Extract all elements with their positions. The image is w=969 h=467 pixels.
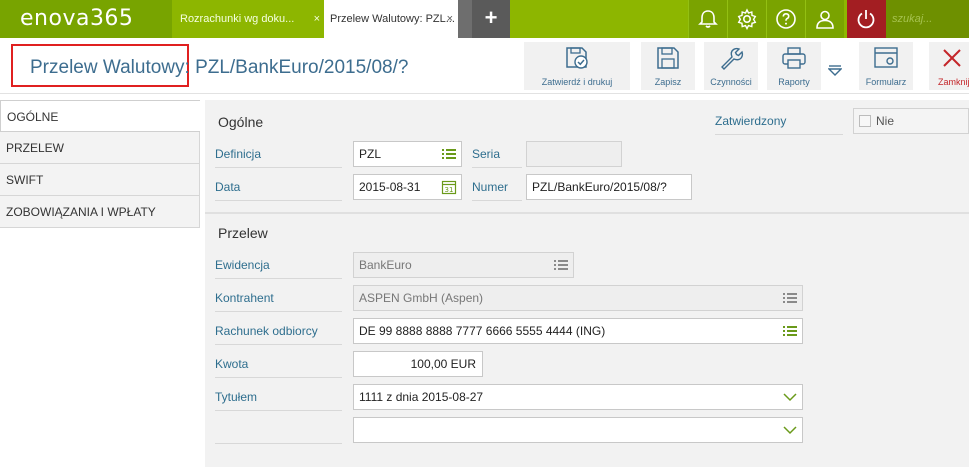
title-label: Tytułem	[215, 383, 342, 411]
save-button[interactable]: Zapisz	[641, 42, 695, 90]
reports-label: Raporty	[778, 77, 810, 87]
app-logo[interactable]: enova365	[0, 0, 172, 38]
actions-label: Czynności	[710, 77, 752, 87]
gear-icon[interactable]	[727, 0, 766, 38]
list-icon[interactable]	[441, 146, 457, 162]
amount-field[interactable]: 100,00 EUR	[353, 351, 483, 377]
contractor-value: ASPEN GmbH (Aspen)	[359, 291, 484, 305]
power-icon[interactable]	[847, 0, 886, 38]
triangle-down-icon	[828, 65, 842, 76]
contractor-label: Kontrahent	[215, 284, 342, 312]
close-button[interactable]: Zamknij	[929, 42, 969, 90]
reports-button[interactable]: Raporty	[767, 42, 821, 90]
contractor-field[interactable]: ASPEN GmbH (Aspen)	[353, 285, 803, 311]
add-tab-button[interactable]: +	[472, 0, 510, 38]
number-field[interactable]: PZL/BankEuro/2015/08/?	[526, 174, 692, 200]
definition-value: PZL	[359, 147, 382, 161]
printer-icon	[782, 47, 806, 69]
register-label: Ewidencja	[215, 251, 342, 279]
list-icon[interactable]	[782, 323, 798, 339]
title-field[interactable]: 1111 z dnia 2015-08-27	[353, 384, 803, 410]
chevron-down-icon[interactable]	[782, 422, 798, 438]
account-field[interactable]: DE 99 8888 8888 7777 6666 5555 4444 (ING…	[353, 318, 803, 344]
save-check-icon	[566, 47, 588, 69]
nav-item-ogolne[interactable]: OGÓLNE	[0, 100, 200, 132]
calendar-day: 31	[445, 186, 454, 194]
top-bar: enova365 Rozrachunki wg doku... × Przele…	[0, 0, 969, 38]
list-icon[interactable]	[782, 290, 798, 306]
tab-przelew-walutowy[interactable]: Przelew Walutowy: PZL... ×	[324, 0, 458, 38]
date-field[interactable]: 2015-08-31 31	[353, 174, 462, 200]
tab-rozrachunki[interactable]: Rozrachunki wg doku... ×	[172, 0, 324, 38]
nav-item-swift[interactable]: SWIFT	[0, 164, 200, 196]
tab-label: Przelew Walutowy: PZL...	[330, 13, 455, 25]
approved-checkbox[interactable]	[859, 115, 871, 127]
calendar-icon[interactable]: 31	[441, 179, 457, 195]
register-field[interactable]: BankEuro	[353, 252, 574, 278]
nav-item-zobowiazania[interactable]: ZOBOWIĄZANIA I WPŁATY	[0, 196, 200, 228]
approved-label: Zatwierdzony	[715, 107, 843, 135]
section-nav: OGÓLNE PRZELEW SWIFT ZOBOWIĄZANIA I WPŁA…	[0, 100, 200, 228]
date-value: 2015-08-31	[359, 180, 421, 194]
page-title: Przelew Walutowy: PZL/BankEuro/2015/08/?	[30, 57, 409, 78]
section-divider	[205, 212, 969, 214]
approved-value: Nie	[876, 114, 895, 128]
form-settings-icon	[874, 47, 898, 68]
close-icon	[943, 49, 961, 67]
tab-close-icon[interactable]: ×	[314, 0, 320, 38]
approve-print-label: Zatwierdź i drukuj	[541, 77, 613, 87]
help-icon[interactable]	[766, 0, 805, 38]
user-icon[interactable]	[805, 0, 844, 38]
form-button[interactable]: Formularz	[859, 42, 913, 90]
logo-text: enova365	[20, 6, 134, 31]
amount-label: Kwota	[215, 350, 342, 378]
series-field[interactable]	[526, 141, 622, 167]
form-label: Formularz	[865, 77, 907, 87]
title-value: 1111 z dnia 2015-08-27	[359, 390, 484, 404]
title-extra-label	[215, 416, 342, 444]
account-label: Rachunek odbiorcy	[215, 317, 342, 345]
approve-print-button[interactable]: Zatwierdź i drukuj	[524, 42, 630, 90]
series-label: Seria	[472, 140, 522, 168]
save-label: Zapisz	[654, 77, 682, 87]
global-search-input[interactable]: szukaj...	[886, 0, 969, 38]
bell-icon[interactable]	[688, 0, 727, 38]
list-icon[interactable]	[553, 257, 569, 273]
tab-close-icon[interactable]: ×	[447, 0, 453, 38]
register-value: BankEuro	[359, 258, 412, 272]
actions-button[interactable]: Czynności	[704, 42, 758, 90]
section-title-transfer: Przelew	[218, 225, 268, 241]
title-field-2[interactable]	[353, 417, 803, 443]
definition-label: Definicja	[215, 140, 342, 168]
tab-separator	[458, 0, 472, 38]
date-label: Data	[215, 173, 342, 201]
nav-item-przelew[interactable]: PRZELEW	[0, 132, 200, 164]
definition-field[interactable]: PZL	[353, 141, 462, 167]
toolbar: Przelew Walutowy: PZL/BankEuro/2015/08/?…	[0, 38, 969, 94]
tab-label: Rozrachunki wg doku...	[180, 13, 295, 25]
chevron-down-icon[interactable]	[782, 389, 798, 405]
save-icon	[657, 47, 679, 69]
close-label: Zamknij	[938, 77, 969, 87]
account-value: DE 99 8888 8888 7777 6666 5555 4444 (ING…	[359, 324, 606, 338]
wrench-icon	[721, 47, 744, 70]
number-label: Numer	[472, 173, 522, 201]
more-dropdown[interactable]	[822, 42, 848, 90]
section-title-general: Ogólne	[218, 114, 264, 130]
